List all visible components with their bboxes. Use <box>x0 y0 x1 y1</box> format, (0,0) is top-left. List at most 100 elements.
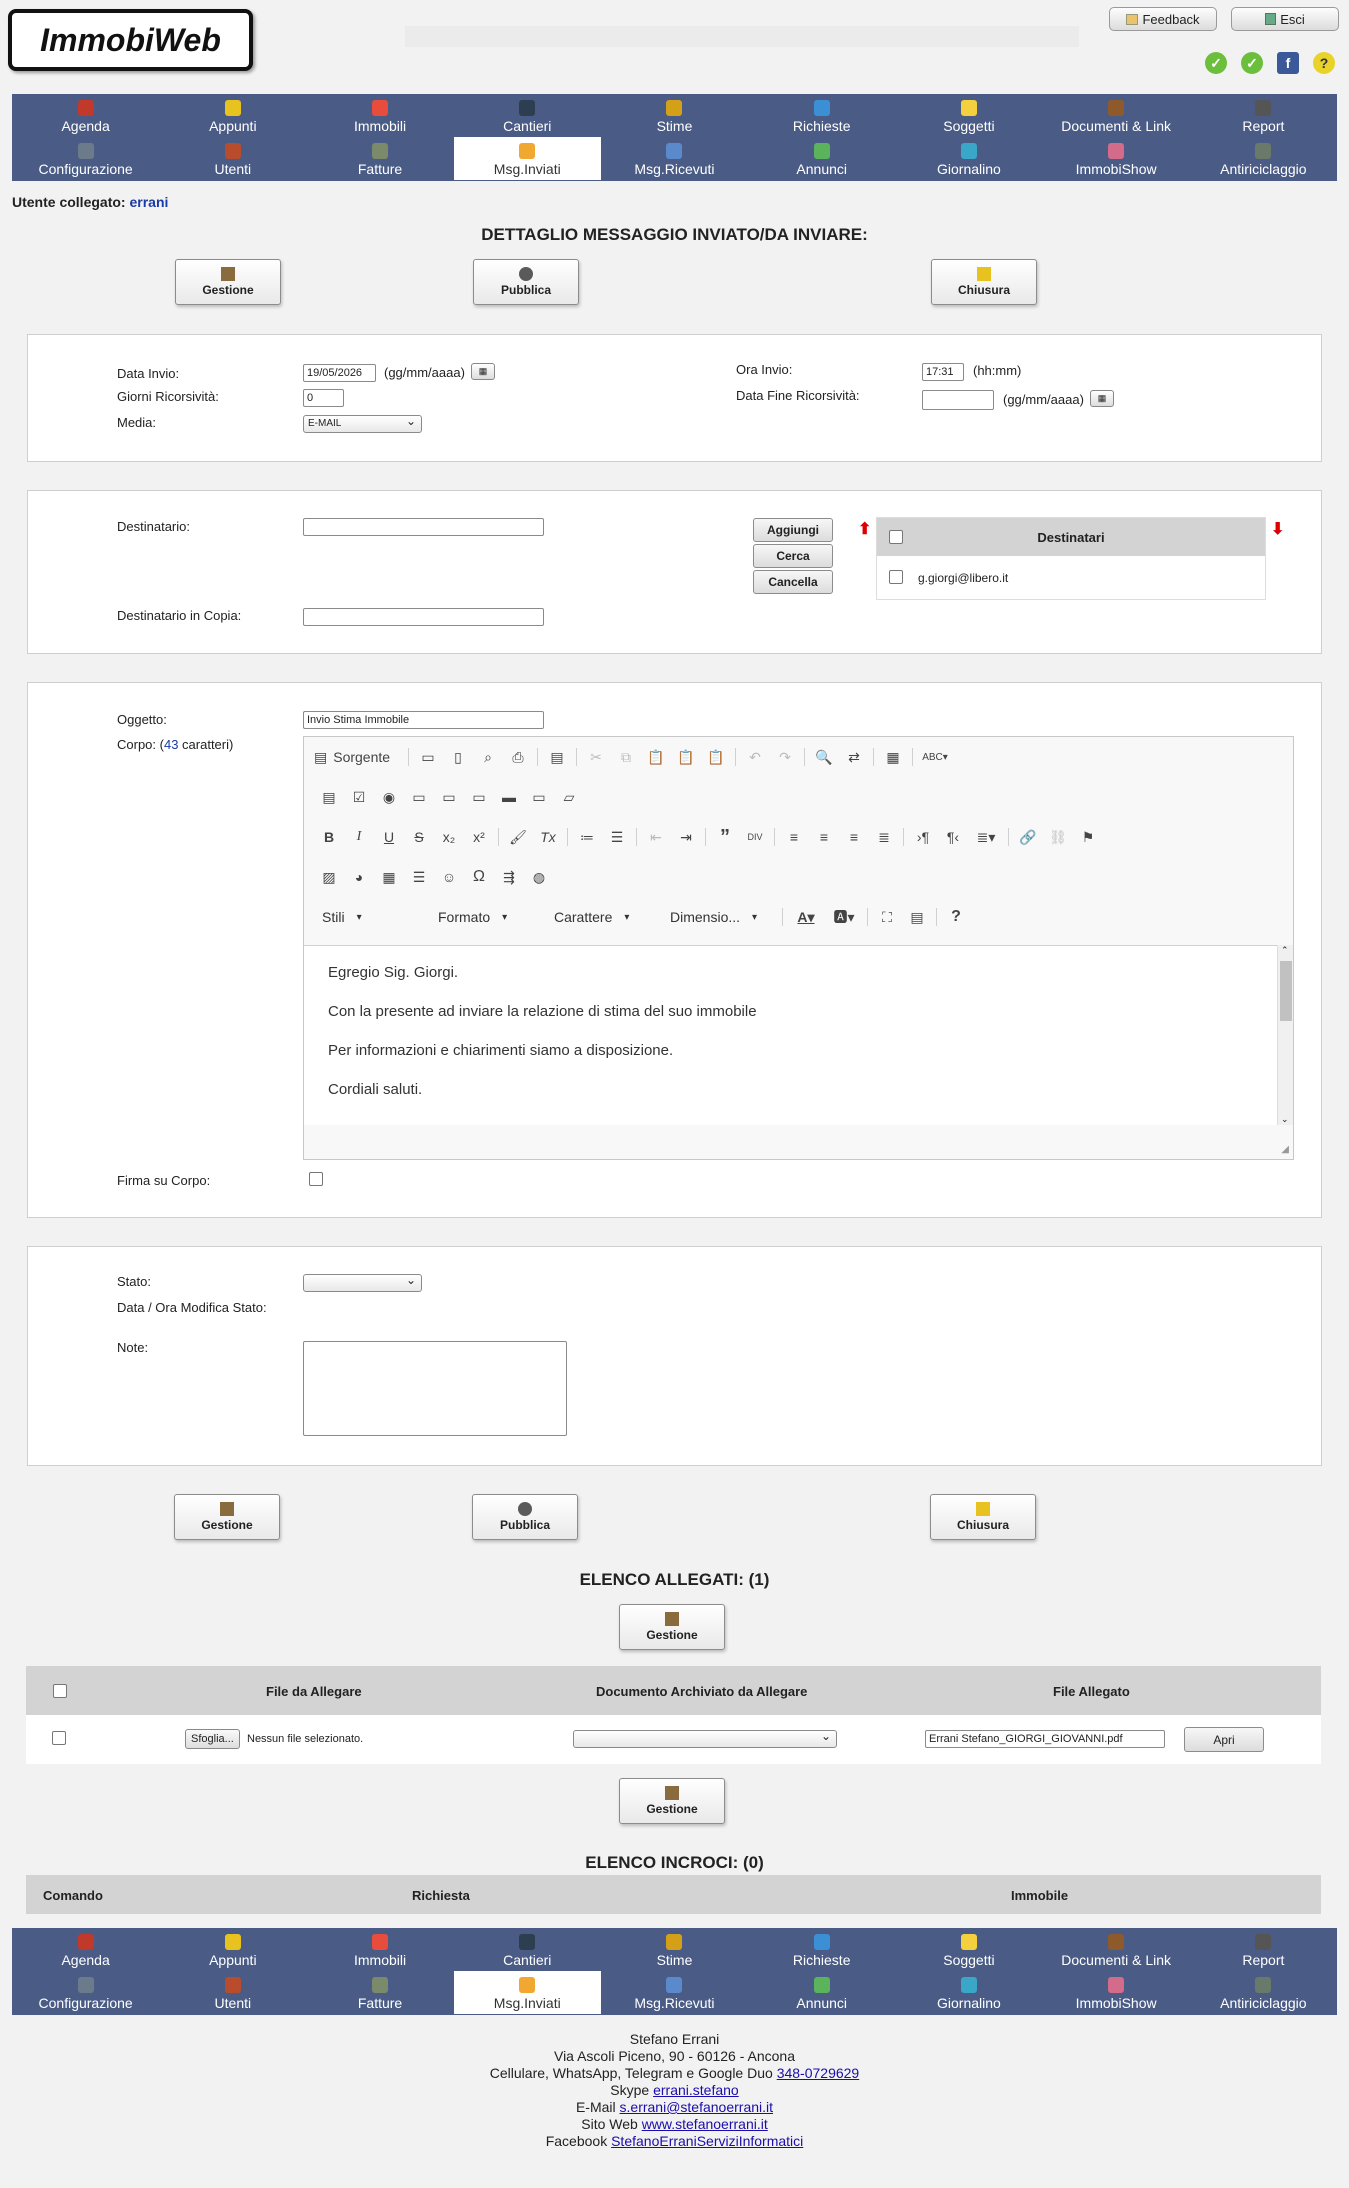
anchor-icon[interactable]: ⚑ <box>1073 825 1103 849</box>
menu-item-agenda[interactable]: Agenda <box>12 1928 159 1971</box>
menu-item-immobishow[interactable]: ImmobiShow <box>1043 1971 1190 2014</box>
documento-select[interactable] <box>573 1729 837 1748</box>
menu-item-immobishow[interactable]: ImmobiShow <box>1043 137 1190 180</box>
menu-item-msg-inviati[interactable]: Msg.Inviati <box>453 137 601 180</box>
text-color-icon[interactable]: A▾ <box>787 905 825 929</box>
underline-icon[interactable]: U <box>374 825 404 849</box>
facebook-icon[interactable]: f <box>1277 52 1299 74</box>
aggiungi-button[interactable]: Aggiungi <box>753 518 833 542</box>
row-checkbox[interactable] <box>52 1731 66 1745</box>
size-combo[interactable]: Dimensio... <box>662 905 772 929</box>
language-icon[interactable]: ≣▾ <box>968 825 1004 849</box>
page-break-icon[interactable]: ⇶ <box>494 865 524 889</box>
textarea-icon[interactable]: ▭ <box>434 785 464 809</box>
horizontal-line-icon[interactable]: ☰ <box>404 865 434 889</box>
check-icon[interactable]: ✓ <box>1205 52 1227 74</box>
menu-item-antiriciclaggio[interactable]: Antiriciclaggio <box>1190 137 1337 180</box>
media-select[interactable]: E-MAIL <box>303 414 422 433</box>
paste-word-icon[interactable]: 📋 <box>701 745 731 769</box>
select-all-icon[interactable]: ▦ <box>878 745 908 769</box>
menu-item-configurazione[interactable]: Configurazione <box>12 1971 159 2014</box>
bg-color-icon[interactable]: 🅰▾ <box>825 905 863 929</box>
textfield-icon[interactable]: ▭ <box>404 785 434 809</box>
div-icon[interactable]: DIV <box>740 825 770 849</box>
paste-icon[interactable]: 📋 <box>641 745 671 769</box>
justify-icon[interactable]: ≣ <box>869 825 899 849</box>
calendar-icon[interactable]: ▦ <box>471 363 495 380</box>
cerca-button[interactable]: Cerca <box>753 544 833 568</box>
chiusura-button[interactable]: Chiusura <box>931 259 1037 305</box>
menu-item-stime[interactable]: Stime <box>601 94 748 137</box>
iframe-icon[interactable]: ◍ <box>524 865 554 889</box>
menu-item-report[interactable]: Report <box>1190 94 1337 137</box>
image-icon[interactable]: ▨ <box>314 865 344 889</box>
menu-item-fatture[interactable]: Fatture <box>306 1971 453 2014</box>
subscript-icon[interactable]: x₂ <box>434 825 464 849</box>
copy-format-icon[interactable]: 🖌 <box>503 825 533 849</box>
menu-item-richieste[interactable]: Richieste <box>748 94 895 137</box>
browse-button[interactable]: Sfoglia... <box>185 1729 240 1749</box>
pubblica-button[interactable]: Pubblica <box>472 1494 578 1540</box>
menu-item-msg-ricevuti[interactable]: Msg.Ricevuti <box>601 137 748 180</box>
italic-icon[interactable]: I <box>344 825 374 849</box>
menu-item-documenti-link[interactable]: Documenti & Link <box>1043 94 1190 137</box>
menu-item-giornalino[interactable]: Giornalino <box>895 1971 1042 2014</box>
align-center-icon[interactable]: ≡ <box>809 825 839 849</box>
menu-item-appunti[interactable]: Appunti <box>159 94 306 137</box>
editor-content[interactable]: Egregio Sig. Giorgi. Con la presente ad … <box>304 945 1279 1125</box>
select-all-checkbox[interactable] <box>53 1684 67 1698</box>
destinatario-input[interactable] <box>303 518 544 536</box>
menu-item-antiriciclaggio[interactable]: Antiriciclaggio <box>1190 1971 1337 2014</box>
indent-icon[interactable]: ⇥ <box>671 825 701 849</box>
scroll-up-icon[interactable]: ⌃ <box>1281 945 1289 956</box>
numbered-list-icon[interactable]: ≔ <box>572 825 602 849</box>
radio-icon[interactable]: ◉ <box>374 785 404 809</box>
menu-item-immobili[interactable]: Immobili <box>306 94 453 137</box>
align-right-icon[interactable]: ≡ <box>839 825 869 849</box>
resize-handle-icon[interactable]: ◢ <box>1281 1144 1289 1155</box>
remove-format-icon[interactable]: Tx <box>533 825 563 849</box>
superscript-icon[interactable]: x² <box>464 825 494 849</box>
menu-item-configurazione[interactable]: Configurazione <box>12 137 159 180</box>
file-allegato-input[interactable]: Errani Stefano_GIORGI_GIOVANNI.pdf <box>925 1730 1165 1748</box>
copy-icon[interactable]: ⧉ <box>611 745 641 769</box>
menu-item-immobili[interactable]: Immobili <box>306 1928 453 1971</box>
save-icon[interactable]: ▭ <box>413 745 443 769</box>
menu-item-annunci[interactable]: Annunci <box>748 137 895 180</box>
firma-checkbox[interactable] <box>309 1172 323 1186</box>
strike-icon[interactable]: S <box>404 825 434 849</box>
about-icon[interactable]: ? <box>941 905 971 929</box>
bold-icon[interactable]: B <box>314 825 344 849</box>
arrow-up-icon[interactable]: ⬆ <box>858 519 871 539</box>
source-button[interactable]: ▤ Sorgente <box>314 745 404 769</box>
undo-icon[interactable]: ↶ <box>740 745 770 769</box>
menu-item-annunci[interactable]: Annunci <box>748 1971 895 2014</box>
table-icon[interactable]: ▦ <box>374 865 404 889</box>
pubblica-button[interactable]: Pubblica <box>473 259 579 305</box>
print-icon[interactable]: ⎙ <box>503 745 533 769</box>
menu-item-cantieri[interactable]: Cantieri <box>454 1928 601 1971</box>
preview-icon[interactable]: ⌕ <box>473 745 503 769</box>
button-icon[interactable]: ▬ <box>494 785 524 809</box>
email-link[interactable]: s.errani@stefanoerrani.it <box>620 2099 774 2115</box>
link-icon[interactable]: 🔗 <box>1013 825 1043 849</box>
gestione-button[interactable]: Gestione <box>175 259 281 305</box>
show-blocks-icon[interactable]: ▤ <box>902 905 932 929</box>
find-icon[interactable]: 🔍 <box>809 745 839 769</box>
template-icon[interactable]: ▤ <box>542 745 572 769</box>
editor-scrollbar[interactable]: ⌃ ⌄ <box>1277 945 1293 1125</box>
website-link[interactable]: www.stefanoerrani.it <box>642 2116 768 2132</box>
phone-link[interactable]: 348-0729629 <box>777 2065 860 2081</box>
form-icon[interactable]: ▤ <box>314 785 344 809</box>
skype-link[interactable]: errani.stefano <box>653 2082 739 2098</box>
align-left-icon[interactable]: ≡ <box>779 825 809 849</box>
fine-input[interactable] <box>922 390 994 410</box>
menu-item-richieste[interactable]: Richieste <box>748 1928 895 1971</box>
redo-icon[interactable]: ↷ <box>770 745 800 769</box>
menu-item-stime[interactable]: Stime <box>601 1928 748 1971</box>
menu-item-soggetti[interactable]: Soggetti <box>895 94 1042 137</box>
feedback-button[interactable]: Feedback <box>1109 7 1217 31</box>
scroll-down-icon[interactable]: ⌄ <box>1281 1114 1289 1125</box>
menu-item-fatture[interactable]: Fatture <box>306 137 453 180</box>
scroll-thumb[interactable] <box>1280 961 1292 1021</box>
